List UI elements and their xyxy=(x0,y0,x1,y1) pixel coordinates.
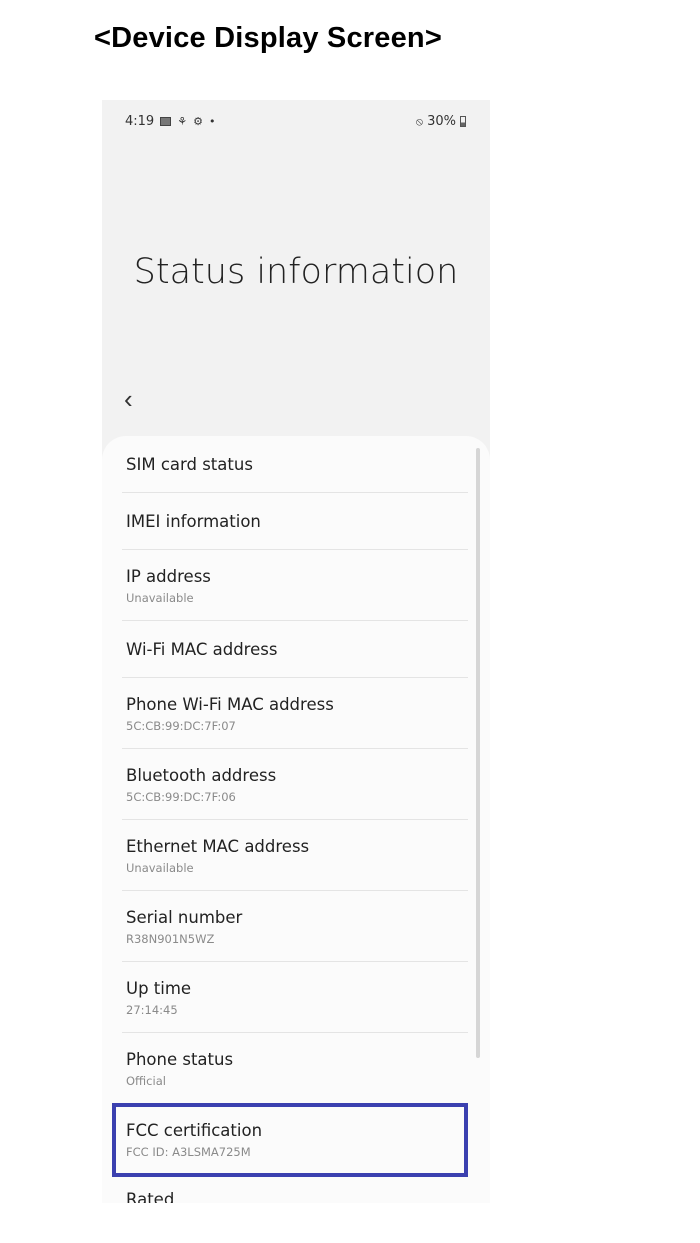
document-title: <Device Display Screen> xyxy=(94,22,442,54)
item-subtitle: Unavailable xyxy=(126,861,194,875)
list-item-up-time[interactable]: Up time 27:14:45 xyxy=(122,962,468,1033)
item-subtitle: Official xyxy=(126,1074,166,1088)
item-subtitle: 5C:CB:99:DC:7F:07 xyxy=(126,719,236,733)
list-item-wifi-mac-address[interactable]: Wi-Fi MAC address xyxy=(122,621,468,678)
device-screen: 4:19 ⚘ ⚙ • ⦸ 30% Status information ‹ SI… xyxy=(102,100,490,1203)
settings-list-card: SIM card status IMEI information IP addr… xyxy=(102,436,490,1203)
list-item-ip-address[interactable]: IP address Unavailable xyxy=(122,550,468,621)
list-item-phone-wifi-mac-address[interactable]: Phone Wi-Fi MAC address 5C:CB:99:DC:7F:0… xyxy=(122,678,468,749)
item-title: IP address xyxy=(126,567,211,586)
item-title: Phone status xyxy=(126,1050,234,1069)
list-item-bluetooth-address[interactable]: Bluetooth address 5C:CB:99:DC:7F:06 xyxy=(122,749,468,820)
list-item-phone-status[interactable]: Phone status Official xyxy=(122,1033,468,1104)
item-title: Wi-Fi MAC address xyxy=(126,640,278,659)
dot-icon: • xyxy=(208,115,216,128)
highlight-box-fcc-certification xyxy=(112,1103,468,1177)
item-subtitle: Unavailable xyxy=(126,591,194,605)
gallery-icon xyxy=(160,117,172,126)
list-item-serial-number[interactable]: Serial number R38N901N5WZ xyxy=(122,891,468,962)
do-not-disturb-icon: ⦸ xyxy=(415,115,424,128)
chevron-left-icon: ‹ xyxy=(124,384,133,414)
settings-list: SIM card status IMEI information IP addr… xyxy=(122,436,468,1175)
sync-icon: ⚘ xyxy=(177,115,188,128)
item-subtitle: 5C:CB:99:DC:7F:06 xyxy=(126,790,236,804)
item-title: SIM card status xyxy=(126,455,253,474)
item-title: Serial number xyxy=(126,908,243,927)
item-title: IMEI information xyxy=(126,512,261,531)
settings-icon: ⚙ xyxy=(193,115,203,128)
list-item-sim-card-status[interactable]: SIM card status xyxy=(122,436,468,493)
item-title: Phone Wi-Fi MAC address xyxy=(126,695,334,714)
back-button[interactable]: ‹ xyxy=(124,386,148,412)
status-bar: 4:19 ⚘ ⚙ • ⦸ 30% xyxy=(102,100,490,140)
item-subtitle: 27:14:45 xyxy=(126,1003,178,1017)
clock: 4:19 xyxy=(125,114,155,129)
item-title: Ethernet MAC address xyxy=(126,837,310,856)
item-subtitle: R38N901N5WZ xyxy=(126,932,215,946)
item-title: Up time xyxy=(126,979,192,998)
page-title: Status information xyxy=(133,252,459,292)
item-title: Bluetooth address xyxy=(126,766,277,785)
scrollbar[interactable] xyxy=(476,448,480,1058)
list-item-ethernet-mac-address[interactable]: Ethernet MAC address Unavailable xyxy=(122,820,468,891)
battery-percent: 30% xyxy=(427,114,456,129)
screen-bottom-clip xyxy=(102,1203,490,1243)
list-item-imei-information[interactable]: IMEI information xyxy=(122,493,468,550)
battery-icon xyxy=(460,116,466,127)
